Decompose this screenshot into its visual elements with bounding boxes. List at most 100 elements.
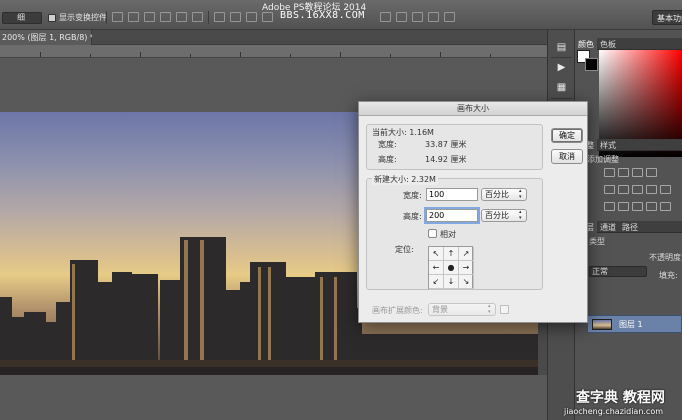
- align-vcenter-icon[interactable]: [128, 12, 139, 22]
- anchor-label: 定位:: [395, 245, 414, 254]
- kind-filter-label: 类型: [589, 237, 605, 246]
- mode-select[interactable]: 细: [2, 12, 42, 24]
- background-color-swatch[interactable]: [585, 58, 598, 71]
- ruler-tick: [190, 54, 191, 57]
- black-white-icon[interactable]: [646, 185, 657, 194]
- tab-row: [92, 30, 547, 45]
- history-panel-icon[interactable]: ▤: [554, 42, 569, 54]
- blend-mode-select[interactable]: 正常: [589, 266, 647, 277]
- extension-color-swatch[interactable]: [500, 305, 509, 314]
- distribute-left-icon[interactable]: [262, 12, 273, 22]
- ruler-tick: [340, 52, 341, 57]
- distribute-top-icon[interactable]: [214, 12, 225, 22]
- new-height-label: 高度:: [403, 212, 422, 221]
- extension-color-select[interactable]: 背景: [428, 303, 496, 316]
- site-watermark-url: jiaocheng.chazidian.com: [564, 407, 664, 416]
- 3d-rotate-icon[interactable]: [380, 12, 391, 22]
- ruler-tick: [240, 52, 241, 57]
- ruler-tick: [40, 52, 41, 57]
- layer-name: 图层 1: [619, 320, 643, 329]
- fill-label: 填充:: [659, 271, 678, 280]
- curves-icon[interactable]: [632, 168, 643, 177]
- new-width-label: 宽度:: [403, 191, 422, 200]
- color-panel-tabs: 颜色 色板: [575, 38, 682, 51]
- height-unit-select[interactable]: 百分比: [481, 209, 527, 222]
- show-transform-label: 显示变换控件: [59, 13, 107, 22]
- actions-play-icon[interactable]: ▶: [554, 62, 569, 74]
- tab-paths[interactable]: 路径: [619, 221, 641, 234]
- align-top-icon[interactable]: [112, 12, 123, 22]
- align-right-icon[interactable]: [192, 12, 203, 22]
- 3d-roll-icon[interactable]: [396, 12, 407, 22]
- strip-divider: [551, 98, 572, 99]
- brightness-icon[interactable]: [604, 168, 615, 177]
- layer-row[interactable]: 图层 1: [587, 315, 682, 333]
- current-width-value: 33.87 厘米: [425, 140, 467, 149]
- current-size-label: 当前大小: 1.16M: [372, 128, 434, 137]
- anchor-left[interactable]: ←: [429, 261, 444, 275]
- ok-button[interactable]: 确定: [551, 128, 583, 143]
- ruler-tick: [140, 52, 141, 57]
- relative-checkbox[interactable]: [428, 229, 437, 238]
- ruler-tick: [290, 54, 291, 57]
- color-balance-icon[interactable]: [632, 185, 643, 194]
- opacity-row: 不透明度:: [649, 252, 682, 263]
- width-unit-select[interactable]: 百分比: [481, 188, 527, 201]
- 3d-drag-icon[interactable]: [412, 12, 423, 22]
- canvas-size-dialog: 画布大小 当前大小: 1.16M 宽度: 33.87 厘米 高度: 14.92 …: [358, 101, 588, 323]
- align-left-icon[interactable]: [160, 12, 171, 22]
- levels-icon[interactable]: [618, 168, 629, 177]
- properties-panel-icon[interactable]: ▦: [554, 82, 569, 94]
- anchor-bottom-right[interactable]: ↘: [459, 275, 474, 289]
- extension-color-label: 画布扩展颜色:: [372, 306, 423, 315]
- vibrance-icon[interactable]: [604, 185, 615, 194]
- current-height-value: 14.92 厘米: [425, 155, 467, 164]
- ruler-tick: [490, 54, 491, 57]
- new-size-label: 新建大小: 2.32M: [372, 174, 438, 185]
- current-height-label: 高度:: [378, 155, 397, 164]
- horizontal-ruler: [0, 45, 547, 58]
- anchor-top-left[interactable]: ↖: [429, 247, 444, 261]
- hue-saturation-icon[interactable]: [618, 185, 629, 194]
- photo-filter-icon[interactable]: [660, 185, 671, 194]
- ruler-tick: [390, 54, 391, 57]
- exposure-icon[interactable]: [646, 168, 657, 177]
- anchor-bottom-left[interactable]: ↙: [429, 275, 444, 289]
- gradient-map-icon[interactable]: [646, 202, 657, 211]
- tab-channels[interactable]: 通道: [597, 221, 619, 234]
- distribute-vcenter-icon[interactable]: [230, 12, 241, 22]
- align-hcenter-icon[interactable]: [176, 12, 187, 22]
- site-watermark: 查字典 教程网 jiaocheng.chazidian.com: [563, 385, 682, 420]
- anchor-right[interactable]: →: [459, 261, 474, 275]
- toolbar-divider: [106, 11, 107, 24]
- forum-watermark: BBS.16XX8.COM: [280, 10, 365, 21]
- invert-icon[interactable]: [604, 202, 615, 211]
- align-bottom-icon[interactable]: [144, 12, 155, 22]
- anchor-bottom[interactable]: ↓: [444, 275, 459, 289]
- layers-panel-tabs: 图层通道路径: [575, 221, 682, 234]
- anchor-center[interactable]: ●: [444, 261, 459, 275]
- selective-color-icon[interactable]: [660, 202, 671, 211]
- cancel-button[interactable]: 取消: [551, 149, 583, 164]
- layer-kind-filter[interactable]: 类型: [589, 236, 605, 247]
- document-tab[interactable]: 200% (图层 1, RGB/8) *×: [0, 30, 104, 45]
- ruler-tick: [90, 54, 91, 57]
- dialog-title[interactable]: 画布大小: [359, 102, 587, 116]
- show-transform-checkbox[interactable]: [48, 14, 56, 22]
- anchor-top-right[interactable]: ↗: [459, 247, 474, 261]
- opacity-label: 不透明度:: [649, 253, 682, 262]
- height-input[interactable]: 200: [426, 209, 478, 222]
- options-bar: Adobe PS教程论坛 2014 BBS.16XX8.COM 细 显示变换控件…: [0, 0, 682, 30]
- anchor-grid[interactable]: ↖ ↑ ↗ ← ● → ↙ ↓ ↘: [428, 246, 474, 289]
- document-tab-label: 200% (图层 1, RGB/8) *: [2, 33, 94, 42]
- layer-thumbnail: [592, 319, 612, 330]
- threshold-icon[interactable]: [632, 202, 643, 211]
- workspace-button[interactable]: 基本功能: [652, 10, 682, 25]
- distribute-bottom-icon[interactable]: [246, 12, 257, 22]
- anchor-top[interactable]: ↑: [444, 247, 459, 261]
- 3d-scale-icon[interactable]: [444, 12, 455, 22]
- 3d-slide-icon[interactable]: [428, 12, 439, 22]
- tab-styles[interactable]: 样式: [597, 139, 619, 152]
- width-input[interactable]: 100: [426, 188, 478, 201]
- posterize-icon[interactable]: [618, 202, 629, 211]
